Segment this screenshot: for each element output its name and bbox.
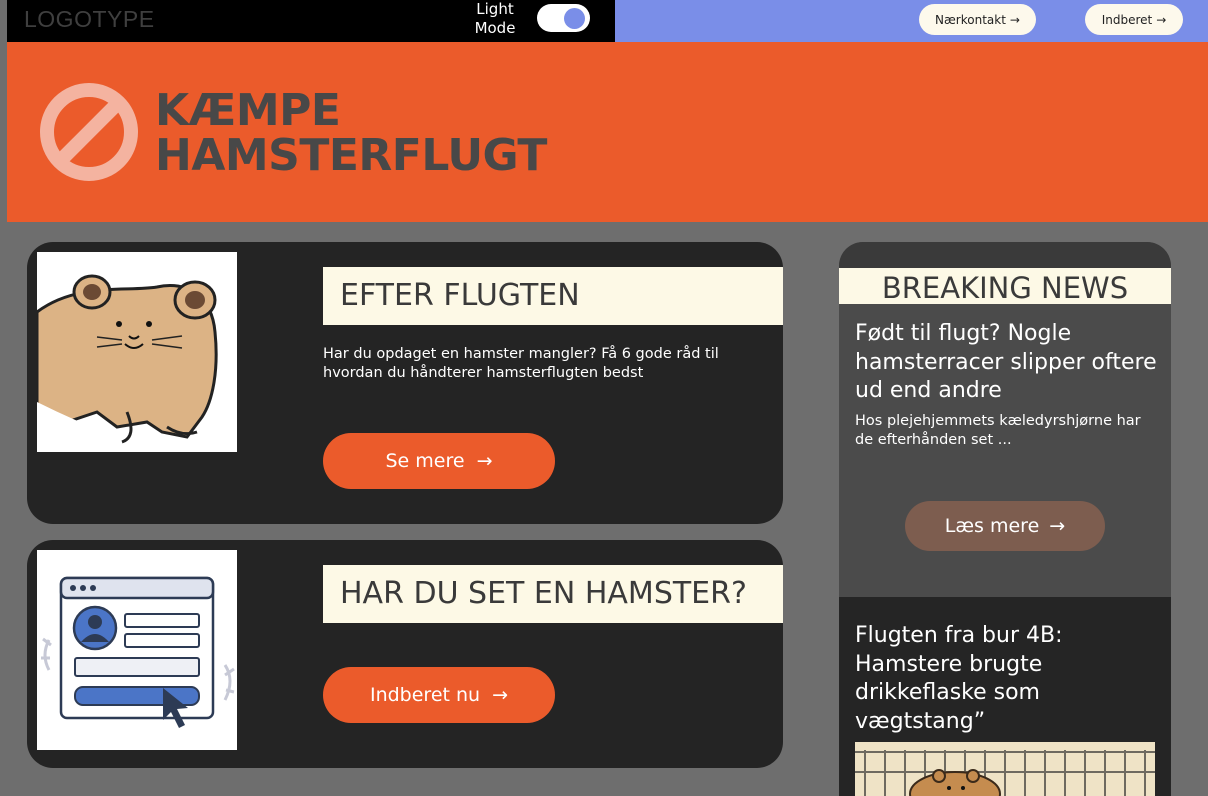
- news-teaser: Hos plejehjemmets kæledyrshjørne har de …: [855, 413, 1141, 448]
- news-headline[interactable]: Født til flugt? Nogle hamsterracer slipp…: [855, 320, 1159, 406]
- title-line-1: KÆMPE: [155, 85, 341, 136]
- indberet-button[interactable]: Indberet →: [1085, 4, 1183, 35]
- topbar: LOGOTYPE Light Mode: [7, 0, 615, 42]
- card-heading: EFTER FLUGTEN: [323, 267, 783, 325]
- hamster-illustration: [35, 252, 237, 452]
- topbar-nav: Nærkontakt → Indberet →: [615, 0, 1208, 42]
- report-form-illustration: [37, 550, 237, 750]
- laes-mere-button[interactable]: Læs mere →: [905, 501, 1105, 551]
- arrow-right-icon: →: [1049, 515, 1066, 537]
- page-title: KÆMPE HAMSTERFLUGT: [155, 88, 547, 178]
- mode-label: Light Mode: [474, 0, 516, 37]
- card-description: Har du opdaget en hamster mangler? Få 6 …: [323, 346, 719, 381]
- hamster-cage-illustration: [855, 742, 1155, 796]
- indberet-nu-label: Indberet nu: [369, 684, 481, 706]
- news-item: Flugten fra bur 4B: Hamstere brugte drik…: [839, 597, 1171, 796]
- prohibition-icon: [40, 83, 138, 181]
- naerkontakt-label: Nærkontakt: [935, 12, 1006, 27]
- naerkontakt-button[interactable]: Nærkontakt →: [919, 4, 1036, 35]
- breaking-news-panel: BREAKING NEWS Født til flugt? Nogle hams…: [839, 242, 1171, 796]
- laes-mere-label: Læs mere: [944, 515, 1040, 537]
- card-heading: HAR DU SET EN HAMSTER?: [323, 565, 783, 623]
- light-mode-toggle[interactable]: [537, 4, 590, 32]
- toggle-knob: [564, 8, 585, 29]
- news-headline[interactable]: Flugten fra bur 4B: Hamstere brugte drik…: [855, 622, 1159, 736]
- indberet-label: Indberet: [1101, 12, 1153, 27]
- card-efter-flugten: EFTER FLUGTEN Har du opdaget en hamster …: [27, 242, 783, 524]
- breaking-news-title: BREAKING NEWS: [839, 268, 1171, 305]
- card-har-du-set: HAR DU SET EN HAMSTER? Indberet nu →: [27, 540, 783, 768]
- arrow-right-icon: →: [492, 684, 509, 706]
- logo[interactable]: LOGOTYPE: [24, 6, 155, 33]
- se-mere-button[interactable]: Se mere →: [323, 433, 555, 489]
- title-line-2: HAMSTERFLUGT: [155, 130, 547, 181]
- se-mere-label: Se mere: [385, 450, 465, 472]
- arrow-right-icon: →: [476, 450, 493, 472]
- arrow-right-icon: →: [1156, 12, 1167, 27]
- indberet-nu-button[interactable]: Indberet nu →: [323, 667, 555, 723]
- hero-banner: KÆMPE HAMSTERFLUGT: [7, 42, 1208, 222]
- news-item: Født til flugt? Nogle hamsterracer slipp…: [839, 304, 1171, 597]
- arrow-right-icon: →: [1009, 12, 1020, 27]
- news-panel-top: [839, 242, 1171, 268]
